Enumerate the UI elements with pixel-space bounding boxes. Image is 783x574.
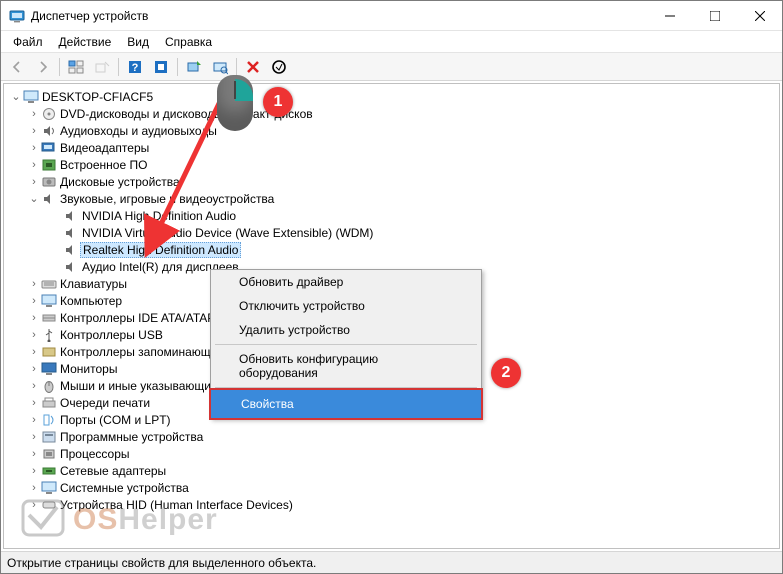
usb-icon [40, 328, 58, 342]
toolbar-disable-icon[interactable] [267, 56, 291, 78]
window-title: Диспетчер устройств [31, 9, 647, 23]
toolbar: ? [1, 53, 782, 81]
computer-icon [40, 294, 58, 308]
menu-action[interactable]: Действие [51, 33, 120, 51]
annotation-badge-2: 2 [491, 358, 521, 388]
toolbar-scan-icon[interactable] [208, 56, 232, 78]
ctx-separator [215, 344, 477, 345]
tree-category[interactable]: ›Программные устройства [6, 428, 777, 445]
speaker-icon [62, 243, 80, 257]
software-device-icon [40, 430, 58, 444]
ctx-properties[interactable]: Свойства [209, 388, 483, 420]
annotation-mouse-icon [217, 75, 253, 131]
tree-device-selected[interactable]: Realtek High Definition Audio [6, 241, 777, 258]
speaker-icon [62, 209, 80, 223]
maximize-button[interactable] [692, 1, 737, 30]
speaker-icon [62, 260, 80, 274]
mouse-icon [40, 379, 58, 393]
computer-icon [22, 90, 40, 104]
menubar: Файл Действие Вид Справка [1, 31, 782, 53]
menu-view[interactable]: Вид [119, 33, 157, 51]
context-menu: Обновить драйвер Отключить устройство Уд… [210, 269, 482, 419]
speaker-icon [40, 192, 58, 206]
tree-category[interactable]: ›Встроенное ПО [6, 156, 777, 173]
tree-category[interactable]: ›DVD-дисководы и дисководы компакт-диско… [6, 105, 777, 122]
keyboard-icon [40, 277, 58, 291]
toolbar-update-icon[interactable] [182, 56, 206, 78]
menu-help[interactable]: Справка [157, 33, 220, 51]
toolbar-tree-icon[interactable] [64, 56, 88, 78]
toolbar-event-icon[interactable] [149, 56, 173, 78]
toolbar-help-icon[interactable]: ? [123, 56, 147, 78]
tree-device[interactable]: NVIDIA High Definition Audio [6, 207, 777, 224]
cpu-icon [40, 447, 58, 461]
status-text: Открытие страницы свойств для выделенног… [7, 556, 316, 570]
display-adapter-icon [40, 141, 58, 155]
tree-category[interactable]: ›Видеоадаптеры [6, 139, 777, 156]
monitor-icon [40, 362, 58, 376]
tree-category[interactable]: ›Сетевые адаптеры [6, 462, 777, 479]
minimize-button[interactable] [647, 1, 692, 30]
disk-icon [40, 175, 58, 189]
toolbar-show-hidden-icon[interactable] [90, 56, 114, 78]
printer-icon [40, 396, 58, 410]
close-button[interactable] [737, 1, 782, 30]
tree-root[interactable]: ⌄DESKTOP-CFIACF5 [6, 88, 777, 105]
tree-category[interactable]: ›Аудиовходы и аудиовыходы [6, 122, 777, 139]
svg-text:OSHelper: OSHelper [73, 503, 218, 536]
disc-icon [40, 107, 58, 121]
annotation-badge-1: 1 [263, 87, 293, 117]
storage-controller-icon [40, 345, 58, 359]
port-icon [40, 413, 58, 427]
ctx-disable-device[interactable]: Отключить устройство [211, 294, 481, 318]
audio-io-icon [40, 124, 58, 138]
ctx-uninstall-device[interactable]: Удалить устройство [211, 318, 481, 342]
svg-text:?: ? [132, 62, 139, 74]
ctx-update-driver[interactable]: Обновить драйвер [211, 270, 481, 294]
tree-device[interactable]: NVIDIA Virtual Audio Device (Wave Extens… [6, 224, 777, 241]
titlebar: Диспетчер устройств [1, 1, 782, 31]
forward-button[interactable] [31, 56, 55, 78]
ctx-scan-hardware[interactable]: Обновить конфигурацию оборудования [211, 347, 481, 385]
status-bar: Открытие страницы свойств для выделенног… [1, 551, 782, 573]
app-icon [9, 8, 25, 24]
menu-file[interactable]: Файл [5, 33, 51, 51]
tree-category-audio[interactable]: ⌄Звуковые, игровые и видеоустройства [6, 190, 777, 207]
back-button[interactable] [5, 56, 29, 78]
firmware-icon [40, 158, 58, 172]
network-icon [40, 464, 58, 478]
watermark: OSHelper [21, 493, 291, 543]
ide-icon [40, 311, 58, 325]
toolbar-uninstall-icon[interactable] [241, 56, 265, 78]
tree-category[interactable]: ›Дисковые устройства [6, 173, 777, 190]
tree-category[interactable]: ›Процессоры [6, 445, 777, 462]
speaker-icon [62, 226, 80, 240]
device-tree[interactable]: ⌄DESKTOP-CFIACF5 ›DVD-дисководы и дисков… [3, 83, 780, 549]
